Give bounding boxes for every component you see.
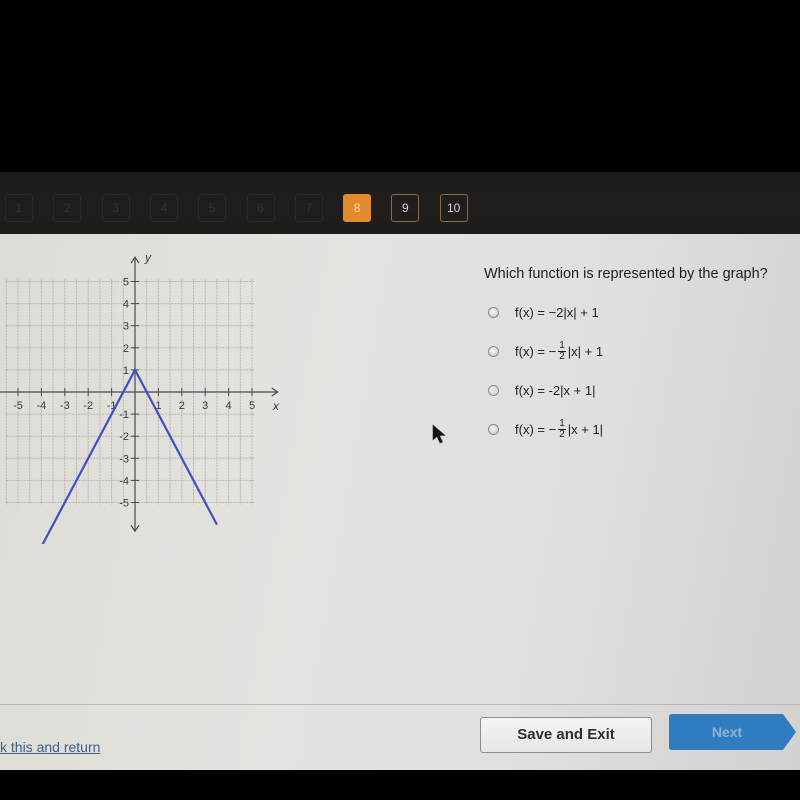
- question-nav-6[interactable]: 6: [246, 194, 275, 222]
- option-expression-suffix: |x + 1|: [567, 421, 604, 437]
- fraction-numerator: 1: [558, 339, 566, 352]
- fraction: 12: [558, 417, 566, 440]
- x-tick-label: 4: [226, 400, 232, 412]
- option-expression: f(x) = −: [515, 421, 557, 437]
- radio-button[interactable]: [488, 384, 499, 396]
- footer-divider: [0, 704, 800, 705]
- fraction-numerator: 1: [558, 417, 566, 430]
- y-axis-label: y: [144, 250, 152, 264]
- x-tick-label: -4: [37, 400, 47, 412]
- x-tick-label: -3: [60, 400, 70, 412]
- question-nav-2[interactable]: 2: [53, 194, 82, 222]
- radio-button[interactable]: [488, 306, 499, 318]
- fraction: 12: [558, 339, 566, 362]
- option-expression: f(x) = −2|x| + 1: [515, 304, 599, 320]
- question-nav-1[interactable]: 1: [5, 194, 33, 222]
- x-tick-label: 5: [249, 400, 255, 412]
- question-nav-8[interactable]: 8: [343, 194, 372, 222]
- fraction-denominator: 2: [559, 350, 565, 362]
- y-tick-label: 4: [123, 299, 129, 311]
- question-nav-3[interactable]: 3: [101, 194, 130, 222]
- answer-option-text: f(x) = −2|x| + 1: [515, 305, 599, 320]
- save-and-exit-button[interactable]: Save and Exit: [480, 717, 652, 753]
- y-tick-label: 2: [123, 343, 129, 355]
- question-text: Which function is represented by the gra…: [484, 266, 768, 282]
- x-tick-label: -5: [13, 400, 23, 412]
- y-tick-label: 1: [123, 365, 129, 377]
- answer-option[interactable]: f(x) = −1 2 |x + 1|: [488, 416, 603, 442]
- radio-button[interactable]: [488, 423, 499, 435]
- option-expression: f(x) = −: [515, 343, 557, 359]
- answer-option-text: f(x) = −1 2 |x + 1|: [515, 417, 604, 440]
- question-nav-4[interactable]: 4: [149, 194, 178, 222]
- answer-option-text: f(x) = -2|x + 1|: [515, 383, 595, 398]
- question-nav-9[interactable]: 9: [391, 194, 420, 222]
- answer-option[interactable]: f(x) = -2|x + 1|: [488, 377, 595, 403]
- y-tick-label: 5: [123, 277, 129, 289]
- y-tick-label: -3: [119, 453, 129, 465]
- x-tick-label: 3: [202, 400, 208, 412]
- question-panel: -5 -4 -3 -2 -1 1 2 3 4 5 5 4 3 2 1 -1 -2 -3 -4 -5 x y Which f…: [0, 234, 800, 770]
- mark-and-return-link[interactable]: k this and return: [0, 739, 100, 755]
- fraction-denominator: 2: [559, 428, 565, 440]
- answer-option[interactable]: f(x) = −2|x| + 1: [488, 299, 599, 325]
- x-axis-label: x: [272, 399, 280, 413]
- y-tick-label: 3: [123, 321, 129, 333]
- option-expression-suffix: |x| + 1: [567, 343, 604, 359]
- answer-option[interactable]: f(x) = −1 2 |x| + 1: [488, 338, 603, 364]
- mouse-cursor-icon: [432, 424, 446, 444]
- graph: -5 -4 -3 -2 -1 1 2 3 4 554321-1-2-3-4-5xy: [0, 250, 280, 544]
- y-tick-label: -5: [119, 498, 129, 510]
- question-nav-10[interactable]: 10: [439, 194, 468, 222]
- x-tick-label: 2: [179, 400, 185, 412]
- answer-option-text: f(x) = −1 2 |x| + 1: [515, 339, 604, 362]
- question-navigation-bar: 1 2 3 4 5 6 7 8 9 10: [0, 172, 800, 234]
- y-tick-label: -4: [119, 475, 129, 487]
- option-expression: f(x) = -2|x + 1|: [515, 382, 596, 398]
- screen: 1 2 3 4 5 6 7 8 9 10 -5 -4 -3 -2 -1 1 2 3 4 5 5 4 3 2 1 -1 -2 -3 -4…: [0, 0, 800, 800]
- question-nav-7[interactable]: 7: [294, 194, 323, 222]
- y-tick-label: -1: [119, 409, 129, 421]
- y-tick-label: -2: [119, 431, 129, 443]
- x-tick-label: -2: [83, 400, 93, 412]
- screen-bezel: [0, 770, 800, 800]
- next-button[interactable]: Next: [669, 714, 797, 750]
- question-nav-5[interactable]: 5: [198, 194, 227, 222]
- radio-button[interactable]: [488, 345, 499, 357]
- next-button-label: Next: [711, 724, 743, 740]
